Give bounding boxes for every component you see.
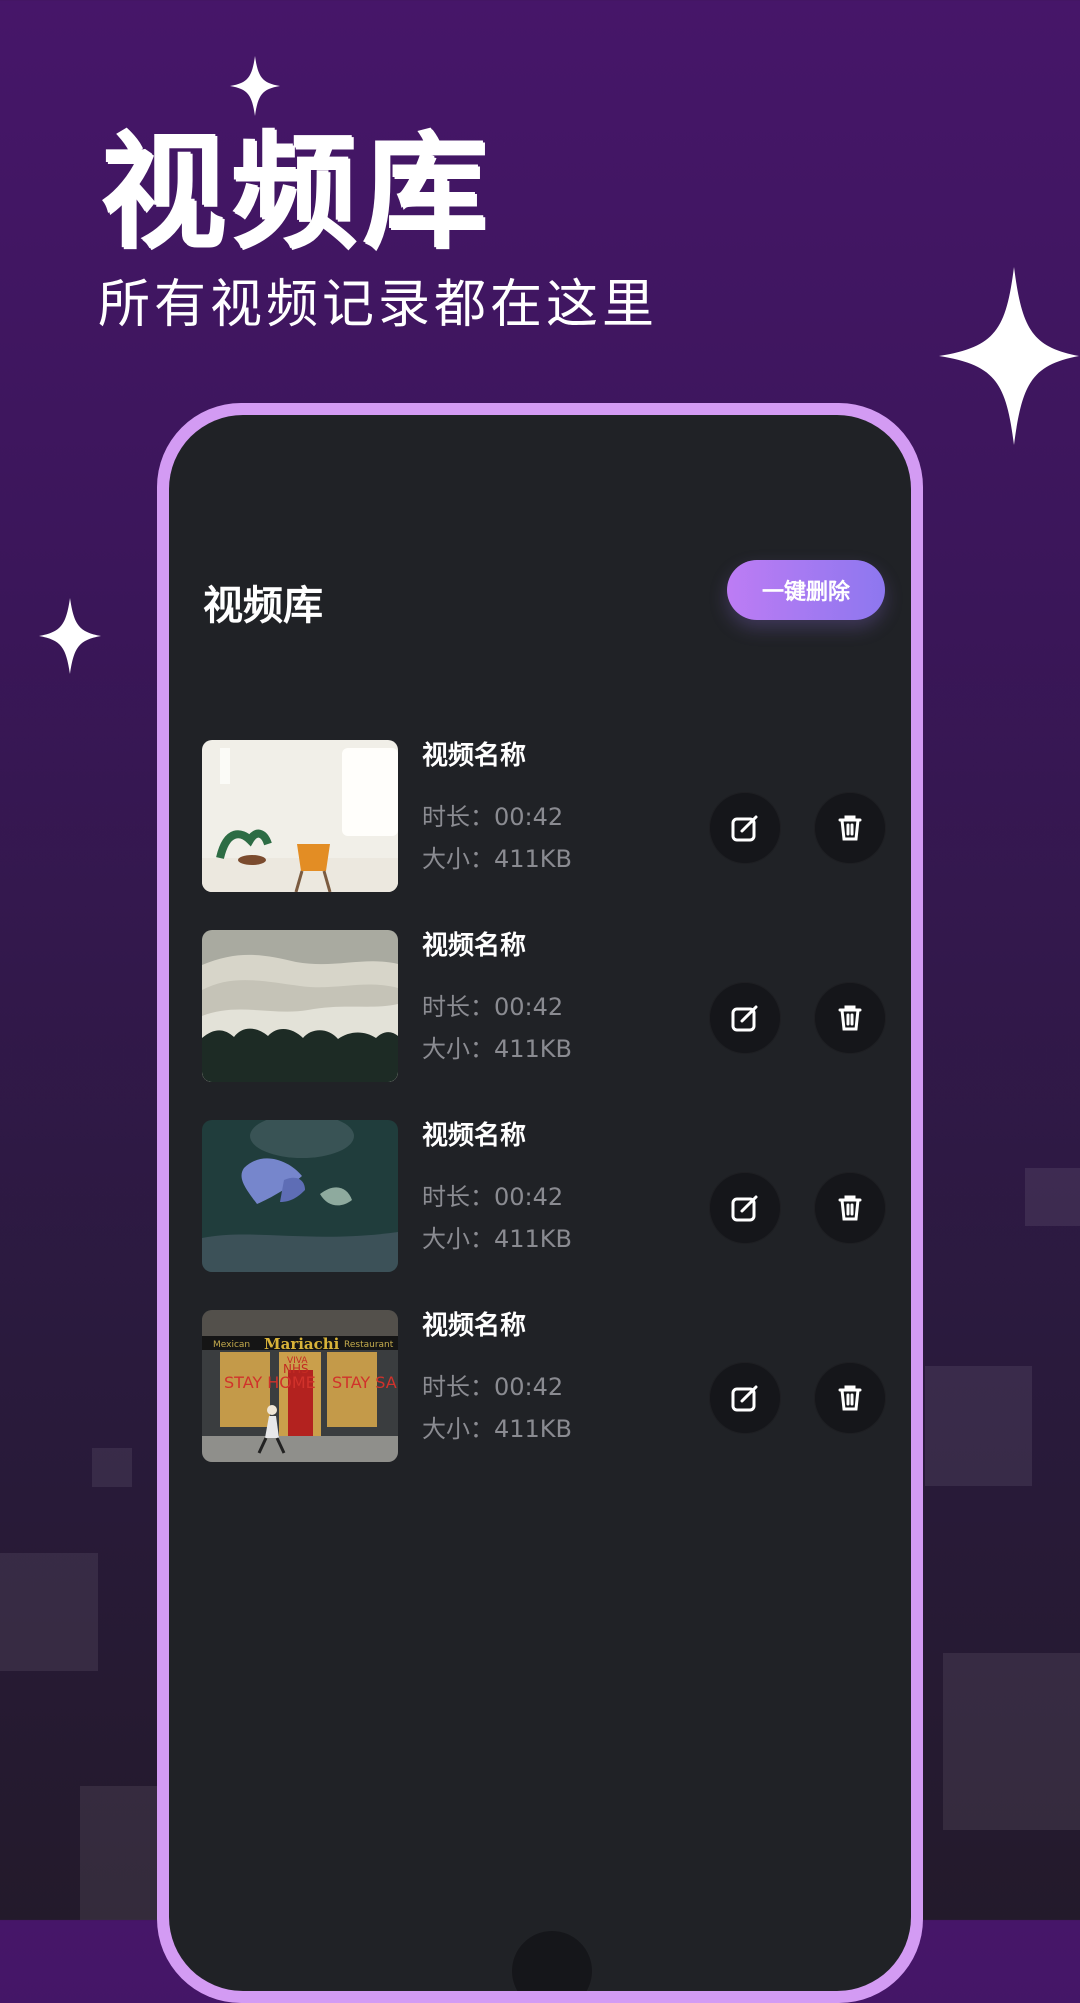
bottom-home-button[interactable] [512,1931,592,1991]
video-name: 视频名称 [422,1311,527,1341]
video-name: 视频名称 [422,931,527,961]
video-duration: 时长：00:42 [422,803,564,831]
video-list-item[interactable]: Mexican Mariachi Restaurant VIVA NHS STA… [202,1310,892,1500]
decor-square-left-bottom [80,1786,160,1920]
video-thumbnail[interactable]: Mexican Mariachi Restaurant VIVA NHS STA… [202,1310,398,1462]
video-size: 大小：411KB [422,1035,573,1063]
video-meta: 视频名称 时长：00:42 大小：411KB [422,735,572,874]
delete-all-button[interactable]: 一键删除 [727,560,885,620]
decor-square-right-middle [925,1366,1032,1486]
video-name: 视频名称 [422,741,527,771]
video-meta: 视频名称 时长：00:42 大小：411KB [422,1115,572,1254]
edit-icon [731,1005,758,1032]
video-meta: 视频名称 时长：00:42 大小：411KB [422,1305,572,1444]
video-thumbnail[interactable] [202,930,398,1082]
video-thumbnail[interactable] [202,740,398,892]
video-list-item[interactable]: 视频名称 时长：00:42 大小：411KB [202,1120,892,1310]
edit-icon [731,1195,758,1222]
thumb-text-stay-safe: STAY SAFE [332,1373,398,1392]
video-size: 大小：411KB [422,845,573,873]
thumb-text-mexican: Mexican [213,1340,250,1350]
edit-button[interactable] [709,1172,781,1244]
phone-mockup: 视频库 一键删除 视频名称 时长：00:42 大小：411KB 视频名称 时长：… [157,403,923,2003]
video-duration: 时长：00:42 [422,1183,564,1211]
edit-button[interactable] [709,982,781,1054]
trash-icon [838,1385,862,1411]
edit-icon [731,815,758,842]
video-list-item[interactable]: 视频名称 时长：00:42 大小：411KB [202,930,892,1120]
video-meta: 视频名称 时长：00:42 大小：411KB [422,925,572,1064]
screen-title: 视频库 [203,583,323,629]
thumb-text-restaurant: Restaurant [344,1340,394,1350]
delete-button[interactable] [814,792,886,864]
delete-button[interactable] [814,982,886,1054]
decor-square-right-bottom [943,1653,1080,1830]
video-list: 视频名称 时长：00:42 大小：411KB 视频名称 时长：00:42 大小：… [202,740,892,1500]
trash-icon [838,1005,862,1031]
decor-square-right-top [1025,1168,1080,1226]
video-duration: 时长：00:42 [422,993,564,1021]
sparkle-icon [939,267,1079,445]
video-list-item[interactable]: 视频名称 时长：00:42 大小：411KB [202,740,892,930]
hero-subtitle: 所有视频记录都在这里 [98,275,659,335]
hero-title: 视频库 [100,120,493,265]
video-duration: 时长：00:42 [422,1373,564,1401]
thumb-text-mariachi: Mariachi [264,1335,340,1353]
sparkle-icon [39,598,101,674]
video-thumbnail[interactable] [202,1120,398,1272]
trash-icon [838,1195,862,1221]
thumb-text-stay-home: STAY HOME [224,1373,316,1392]
edit-button[interactable] [709,792,781,864]
video-size: 大小：411KB [422,1225,573,1253]
edit-icon [731,1385,758,1412]
decor-square-left-small [92,1448,132,1487]
sparkle-icon [230,56,280,116]
phone-screen: 视频库 一键删除 视频名称 时长：00:42 大小：411KB 视频名称 时长：… [169,415,911,1991]
trash-icon [838,815,862,841]
decor-square-left-middle [0,1553,98,1671]
delete-button[interactable] [814,1362,886,1434]
video-size: 大小：411KB [422,1415,573,1443]
video-name: 视频名称 [422,1121,527,1151]
delete-button[interactable] [814,1172,886,1244]
edit-button[interactable] [709,1362,781,1434]
